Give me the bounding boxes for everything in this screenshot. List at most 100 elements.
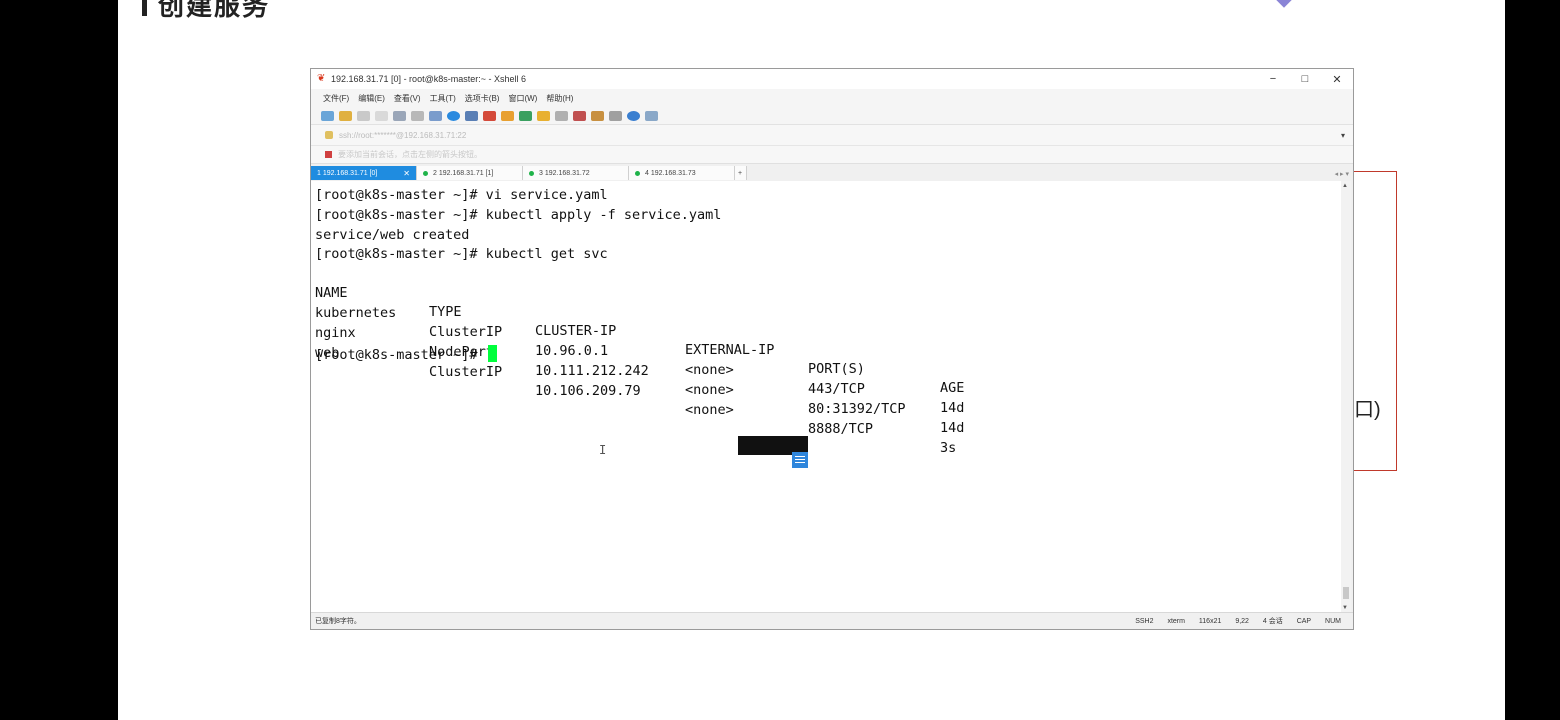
title-bar: ❦ 192.168.31.71 [0] - root@k8s-master:~ …	[311, 69, 1353, 89]
address-text: ssh://root:*******@192.168.31.71:22	[339, 130, 467, 140]
connected-status-icon	[529, 170, 534, 176]
minimize-button[interactable]: −	[1257, 73, 1289, 85]
fullscreen-icon[interactable]	[519, 110, 532, 121]
find-icon[interactable]	[411, 110, 424, 121]
svc-age: 14d	[940, 420, 965, 436]
close-button[interactable]: ✕	[1321, 73, 1353, 86]
terminal-line: service/web created	[315, 227, 470, 243]
properties-icon[interactable]	[429, 110, 442, 121]
menu-file[interactable]: 文件(F)	[323, 93, 349, 104]
terminal-line: [root@k8s-master ~]# vi service.yaml	[315, 187, 608, 203]
menu-window[interactable]: 窗口(W)	[508, 93, 537, 104]
table-row: nginx NodePort 10.111.212.242 <none> 80:…	[315, 305, 1015, 436]
reconnect-icon[interactable]	[357, 110, 370, 121]
status-caps: CAP	[1296, 618, 1312, 625]
help-icon[interactable]	[627, 110, 640, 121]
address-dropdown-icon[interactable]: ▾	[1341, 131, 1345, 140]
status-message: 已复制8字符。	[315, 618, 361, 625]
status-term: xterm	[1167, 618, 1185, 625]
vertical-scrollbar[interactable]: ▲ ▼	[1341, 181, 1351, 613]
prompt-text: [root@k8s-master ~]#	[315, 347, 486, 363]
address-bar[interactable]: ssh://root:*******@192.168.31.71:22 ▾	[311, 125, 1353, 146]
script-icon[interactable]	[573, 110, 586, 121]
add-tab-button[interactable]: +	[735, 166, 747, 180]
connected-status-icon	[423, 170, 428, 176]
maximize-button[interactable]: □	[1289, 73, 1321, 85]
new-session-icon[interactable]	[321, 110, 334, 121]
tabs-icon[interactable]	[591, 110, 604, 121]
font-icon[interactable]	[465, 110, 478, 121]
col-age-header: AGE	[940, 380, 965, 396]
paste-icon[interactable]	[393, 110, 406, 121]
svc-type: ClusterIP	[429, 364, 503, 380]
tab-bar: 1 192.168.31.71 [0] ✕ 2 192.168.31.71 [1…	[311, 164, 1353, 180]
compose-icon[interactable]	[501, 110, 514, 121]
tab-label: 3 192.168.31.72	[539, 169, 590, 177]
window-title: 192.168.31.71 [0] - root@k8s-master:~ - …	[331, 74, 526, 84]
transfer-icon[interactable]	[555, 110, 568, 121]
terminal-area[interactable]: [root@k8s-master ~]# vi service.yaml [ro…	[311, 181, 1341, 613]
scrollbar-thumb[interactable]	[1343, 587, 1349, 599]
terminal-line: [root@k8s-master ~]# kubectl apply -f se…	[315, 207, 722, 223]
session-hint-text: 要添加当前会话，点击左侧的箭头按钮。	[338, 150, 482, 159]
menu-edit[interactable]: 编辑(E)	[358, 93, 385, 104]
xftp-icon[interactable]	[483, 110, 496, 121]
text-cursor-icon: I	[599, 443, 607, 457]
copy-icon[interactable]	[375, 110, 388, 121]
menu-bar: 文件(F) 编辑(E) 查看(V) 工具(T) 选项卡(B) 窗口(W) 帮助(…	[311, 89, 1353, 107]
svc-external-ip: <none>	[685, 362, 734, 378]
tab-session-3[interactable]: 3 192.168.31.72	[523, 166, 629, 180]
logo-diamond-icon	[1271, 0, 1297, 8]
menu-view[interactable]: 查看(V)	[394, 93, 421, 104]
globe-icon[interactable]	[447, 110, 460, 121]
svc-external-ip: <none>	[685, 402, 734, 418]
svc-table-header: NAME TYPE CLUSTER-IP EXTERNAL-IP PORT(S)…	[315, 265, 1015, 396]
status-cursor-pos: 9,22	[1235, 618, 1249, 625]
xshell-app-icon: ❦	[317, 73, 326, 84]
annotation-frame	[1348, 171, 1397, 471]
svc-age: 3s	[940, 440, 957, 456]
xshell-window: ❦ 192.168.31.71 [0] - root@k8s-master:~ …	[310, 68, 1354, 630]
close-tab-icon[interactable]: ✕	[403, 169, 410, 178]
status-sessions: 4 会话	[1262, 618, 1283, 625]
status-protocol: SSH2	[1135, 618, 1154, 625]
svc-external-ip: <none>	[685, 382, 734, 398]
brand-logo	[1265, 0, 1465, 8]
menu-help[interactable]: 帮助(H)	[546, 93, 573, 104]
tab-session-1[interactable]: 1 192.168.31.71 [0] ✕	[311, 166, 417, 180]
tab-label: 2 192.168.31.71 [1]	[433, 169, 494, 177]
connected-status-icon	[635, 170, 640, 176]
terminal-line: [root@k8s-master ~]# kubectl get svc	[315, 246, 608, 262]
svc-ports: 80:31392/TCP	[808, 401, 906, 417]
tab-session-2[interactable]: 2 192.168.31.71 [1]	[417, 166, 523, 180]
open-folder-icon[interactable]	[339, 110, 352, 121]
session-hint-bar: 要添加当前会话，点击左侧的箭头按钮。	[311, 146, 1353, 164]
layout-icon[interactable]	[609, 110, 622, 121]
scroll-down-icon[interactable]: ▼	[1342, 605, 1348, 611]
terminal-cursor	[487, 345, 497, 362]
scroll-up-icon[interactable]: ▲	[1342, 183, 1348, 189]
svc-cluster-ip: 10.96.0.1	[535, 343, 609, 359]
svc-ports: 443/TCP	[808, 381, 865, 397]
svc-ports: 8888/TCP	[808, 421, 874, 437]
note-icon[interactable]	[792, 452, 808, 468]
status-right: SSH2 xterm 116x21 9,22 4 会话 CAP NUM	[1135, 616, 1353, 626]
tab-label: 4 192.168.31.73	[645, 169, 696, 177]
tab-scroll-arrows-icon[interactable]: ◂ ▸ ▾	[1335, 170, 1349, 178]
menu-tab[interactable]: 选项卡(B)	[465, 93, 500, 104]
tab-session-4[interactable]: 4 192.168.31.73	[629, 166, 735, 180]
heading-accent-bar	[142, 0, 147, 16]
status-num: NUM	[1325, 618, 1341, 625]
svc-cluster-ip: 10.111.212.242	[535, 363, 649, 379]
lock-icon[interactable]	[537, 110, 550, 121]
bookmark-icon[interactable]	[325, 151, 332, 158]
status-bar: 已复制8字符。 SSH2 xterm 116x21 9,22 4 会话 CAP …	[311, 612, 1353, 629]
tab-label: 1 192.168.31.71 [0]	[317, 169, 378, 177]
session-key-icon	[325, 131, 333, 139]
toolbar	[311, 107, 1353, 125]
status-size: 116x21	[1198, 618, 1222, 625]
svc-age: 14d	[940, 400, 965, 416]
chat-icon[interactable]	[645, 110, 658, 121]
menu-tools[interactable]: 工具(T)	[430, 93, 456, 104]
side-note-text: 口)	[1354, 399, 1381, 421]
